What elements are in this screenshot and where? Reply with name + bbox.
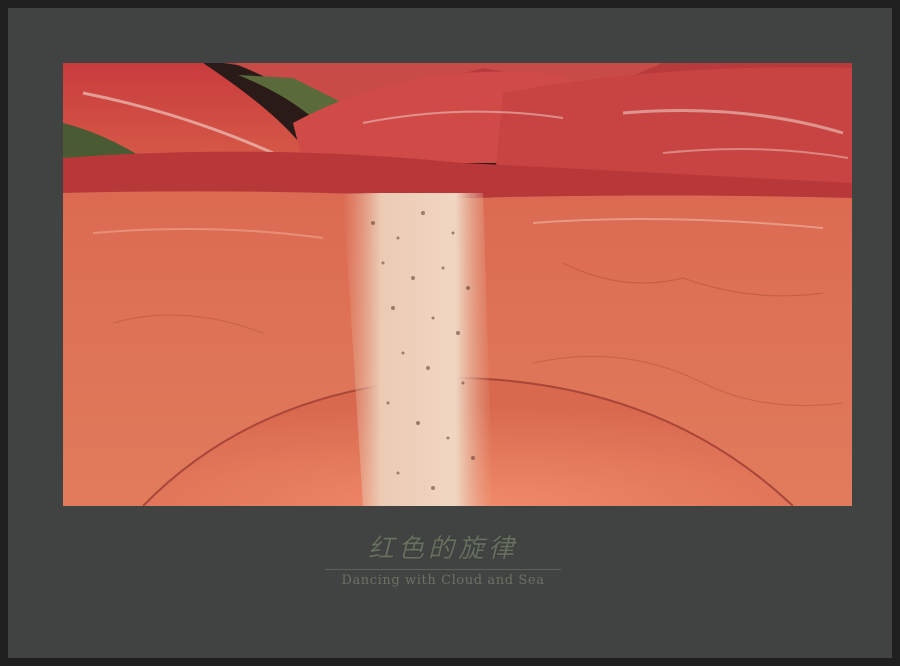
caption-divider (325, 569, 561, 570)
photo-caption: 红色的旋律 Dancing with Cloud and Sea (308, 528, 578, 588)
caption-title: 红色的旋律 (367, 534, 518, 564)
red-rock-canyon-image (63, 63, 852, 506)
caption-subtitle: Dancing with Cloud and Sea (341, 573, 545, 588)
landscape-photo (63, 63, 852, 506)
photo-frame: 红色的旋律 Dancing with Cloud and Sea (8, 8, 892, 658)
